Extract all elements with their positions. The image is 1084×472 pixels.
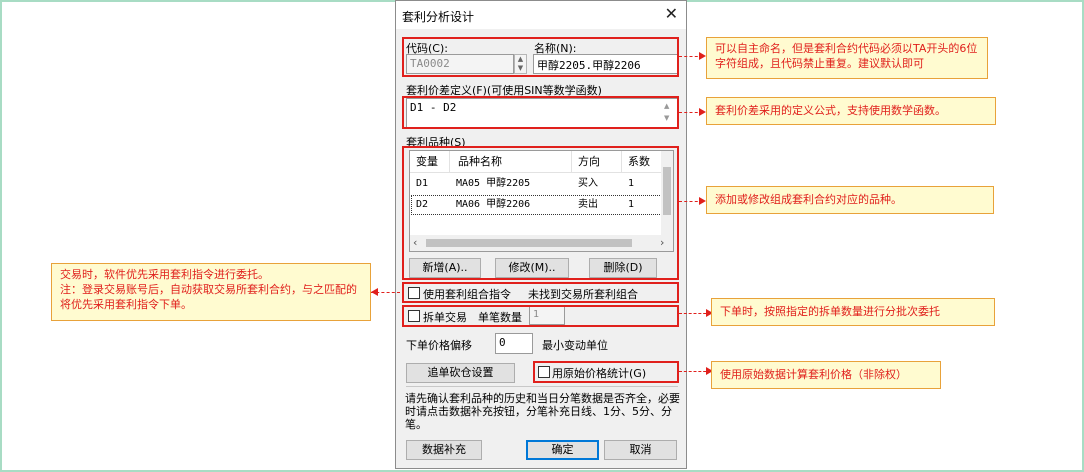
callout-varieties: 添加或修改组成套利合约对应的品种。	[706, 186, 994, 214]
arbitrage-design-dialog: 套利分析设计 ✕ 代码(C): 名称(N): TA0002 ▲ ▼ 甲醇2205.…	[395, 0, 687, 469]
arrow-spread	[699, 108, 706, 116]
spread-highlight-box	[402, 96, 679, 129]
arrow-code	[699, 52, 706, 60]
callout-split: 下单时，按照指定的拆单数量进行分批次委托	[711, 298, 995, 326]
chase-settings-button[interactable]: 追单砍仓设置	[406, 363, 515, 383]
price-offset-label: 下单价格偏移	[406, 339, 472, 352]
data-fill-button[interactable]: 数据补充	[406, 440, 482, 460]
callout-spread: 套利价差采用的定义公式，支持使用数学函数。	[706, 97, 996, 125]
close-icon[interactable]: ✕	[665, 5, 678, 23]
combo-highlight-box	[402, 282, 679, 303]
split-highlight-box	[402, 305, 679, 327]
arrow-varieties	[699, 197, 706, 205]
data-check-note: 请先确认套利品种的历史和当日分笔数据是否齐全，必要时请点击数据补充按钮，分笔补充…	[405, 392, 680, 431]
varieties-highlight-box	[402, 146, 679, 280]
arrow-combo	[371, 288, 378, 296]
raw-price-highlight-box	[533, 361, 679, 383]
separator	[406, 386, 678, 387]
title-bar: 套利分析设计 ✕	[396, 1, 686, 29]
dialog-title: 套利分析设计	[402, 10, 475, 24]
ok-button[interactable]: 确定	[526, 440, 599, 460]
callout-raw-price: 使用原始数据计算套利价格（非除权）	[711, 361, 941, 389]
code-highlight-box	[402, 37, 679, 77]
callout-code: 可以自主命名，但是套利合约代码必须以TA开头的6位字符组成，且代码禁止重复。建议…	[706, 37, 988, 79]
price-offset-input[interactable]: 0	[495, 333, 533, 354]
min-unit-label: 最小变动单位	[542, 339, 608, 352]
cancel-button[interactable]: 取消	[604, 440, 677, 460]
callout-combo: 交易时，软件优先采用套利指令进行委托。 注：登录交易账号后，自动获取交易所套利合…	[51, 263, 371, 321]
